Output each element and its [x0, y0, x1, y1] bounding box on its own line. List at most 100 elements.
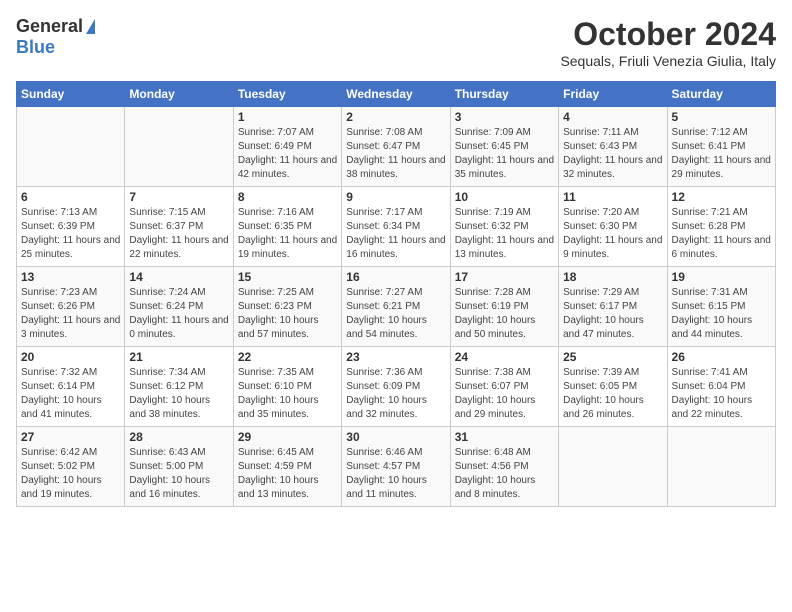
calendar-cell: 13 Sunrise: 7:23 AM Sunset: 6:26 PM Dayli…	[17, 267, 125, 347]
day-number: 24	[455, 350, 554, 364]
calendar-cell: 12Sunrise: 7:21 AM Sunset: 6:28 PM Dayli…	[667, 187, 775, 267]
day-number: 26	[672, 350, 771, 364]
day-number: 25	[563, 350, 662, 364]
day-number: 6	[21, 190, 120, 204]
logo-icon	[86, 19, 95, 34]
day-number: 28	[129, 430, 228, 444]
day-number: 20	[21, 350, 120, 364]
day-detail: Sunrise: 7:23 AM Sunset: 6:26 PM Dayligh…	[21, 286, 120, 342]
calendar-cell: 29 Sunrise: 6:45 AM Sunset: 4:59 PM Dayli…	[233, 427, 341, 507]
week-row-2: 6Sunrise: 7:13 AM Sunset: 6:39 PM Daylig…	[17, 187, 776, 267]
col-header-thursday: Thursday	[450, 82, 558, 107]
calendar-cell: 3Sunrise: 7:09 AM Sunset: 6:45 PM Daylig…	[450, 107, 558, 187]
calendar-cell: 21 Sunrise: 7:34 AM Sunset: 6:12 PM Dayli…	[125, 347, 233, 427]
day-detail: Sunrise: 7:31 AM Sunset: 6:15 PM Dayligh…	[672, 286, 771, 342]
day-detail: Sunrise: 7:12 AM Sunset: 6:41 PM Dayligh…	[672, 126, 771, 182]
calendar-cell: 25Sunrise: 7:39 AM Sunset: 6:05 PM Dayli…	[559, 347, 667, 427]
day-detail: Sunrise: 6:48 AM Sunset: 4:56 PM Dayligh…	[455, 446, 554, 502]
day-number: 30	[346, 430, 445, 444]
day-detail: Sunrise: 6:46 AM Sunset: 4:57 PM Dayligh…	[346, 446, 445, 502]
day-number: 27	[21, 430, 120, 444]
day-detail: Sunrise: 7:36 AM Sunset: 6:09 PM Dayligh…	[346, 366, 445, 422]
calendar-cell: 14 Sunrise: 7:24 AM Sunset: 6:24 PM Dayli…	[125, 267, 233, 347]
day-detail: Sunrise: 7:28 AM Sunset: 6:19 PM Dayligh…	[455, 286, 554, 342]
calendar-cell: 6Sunrise: 7:13 AM Sunset: 6:39 PM Daylig…	[17, 187, 125, 267]
calendar-cell	[559, 427, 667, 507]
week-row-3: 13 Sunrise: 7:23 AM Sunset: 6:26 PM Dayli…	[17, 267, 776, 347]
day-detail: Sunrise: 7:07 AM Sunset: 6:49 PM Dayligh…	[238, 126, 337, 182]
day-number: 16	[346, 270, 445, 284]
calendar-cell: 2 Sunrise: 7:08 AM Sunset: 6:47 PM Daylig…	[342, 107, 450, 187]
day-number: 5	[672, 110, 771, 124]
calendar-cell: 31 Sunrise: 6:48 AM Sunset: 4:56 PM Dayli…	[450, 427, 558, 507]
day-number: 19	[672, 270, 771, 284]
day-detail: Sunrise: 7:32 AM Sunset: 6:14 PM Dayligh…	[21, 366, 120, 422]
day-number: 7	[129, 190, 228, 204]
day-number: 3	[455, 110, 554, 124]
day-number: 31	[455, 430, 554, 444]
week-row-4: 20 Sunrise: 7:32 AM Sunset: 6:14 PM Dayli…	[17, 347, 776, 427]
day-detail: Sunrise: 6:45 AM Sunset: 4:59 PM Dayligh…	[238, 446, 337, 502]
calendar-cell: 10 Sunrise: 7:19 AM Sunset: 6:32 PM Dayli…	[450, 187, 558, 267]
day-number: 13	[21, 270, 120, 284]
day-number: 21	[129, 350, 228, 364]
header-row: SundayMondayTuesdayWednesdayThursdayFrid…	[17, 82, 776, 107]
day-detail: Sunrise: 7:29 AM Sunset: 6:17 PM Dayligh…	[563, 286, 662, 342]
month-title: October 2024	[560, 16, 776, 53]
calendar-cell: 7Sunrise: 7:15 AM Sunset: 6:37 PM Daylig…	[125, 187, 233, 267]
col-header-tuesday: Tuesday	[233, 82, 341, 107]
col-header-monday: Monday	[125, 82, 233, 107]
calendar-cell: 18 Sunrise: 7:29 AM Sunset: 6:17 PM Dayli…	[559, 267, 667, 347]
day-detail: Sunrise: 7:21 AM Sunset: 6:28 PM Dayligh…	[672, 206, 771, 262]
day-number: 2	[346, 110, 445, 124]
day-detail: Sunrise: 7:24 AM Sunset: 6:24 PM Dayligh…	[129, 286, 228, 342]
calendar-cell: 20 Sunrise: 7:32 AM Sunset: 6:14 PM Dayli…	[17, 347, 125, 427]
calendar-cell: 19 Sunrise: 7:31 AM Sunset: 6:15 PM Dayli…	[667, 267, 775, 347]
day-detail: Sunrise: 7:19 AM Sunset: 6:32 PM Dayligh…	[455, 206, 554, 262]
day-number: 15	[238, 270, 337, 284]
day-detail: Sunrise: 7:17 AM Sunset: 6:34 PM Dayligh…	[346, 206, 445, 262]
day-detail: Sunrise: 7:25 AM Sunset: 6:23 PM Dayligh…	[238, 286, 337, 342]
day-number: 29	[238, 430, 337, 444]
day-detail: Sunrise: 6:43 AM Sunset: 5:00 PM Dayligh…	[129, 446, 228, 502]
calendar-cell: 24 Sunrise: 7:38 AM Sunset: 6:07 PM Dayli…	[450, 347, 558, 427]
day-number: 10	[455, 190, 554, 204]
calendar-cell: 4Sunrise: 7:11 AM Sunset: 6:43 PM Daylig…	[559, 107, 667, 187]
calendar-table: SundayMondayTuesdayWednesdayThursdayFrid…	[16, 81, 776, 507]
calendar-cell: 30 Sunrise: 6:46 AM Sunset: 4:57 PM Dayli…	[342, 427, 450, 507]
calendar-cell: 9Sunrise: 7:17 AM Sunset: 6:34 PM Daylig…	[342, 187, 450, 267]
day-detail: Sunrise: 7:08 AM Sunset: 6:47 PM Dayligh…	[346, 126, 445, 182]
week-row-1: 1 Sunrise: 7:07 AM Sunset: 6:49 PM Daylig…	[17, 107, 776, 187]
location: Sequals, Friuli Venezia Giulia, Italy	[560, 53, 776, 69]
day-detail: Sunrise: 7:38 AM Sunset: 6:07 PM Dayligh…	[455, 366, 554, 422]
logo: General Blue	[16, 16, 95, 58]
day-detail: Sunrise: 7:27 AM Sunset: 6:21 PM Dayligh…	[346, 286, 445, 342]
day-number: 23	[346, 350, 445, 364]
calendar-cell: 26Sunrise: 7:41 AM Sunset: 6:04 PM Dayli…	[667, 347, 775, 427]
day-detail: Sunrise: 7:34 AM Sunset: 6:12 PM Dayligh…	[129, 366, 228, 422]
day-number: 18	[563, 270, 662, 284]
day-detail: Sunrise: 7:35 AM Sunset: 6:10 PM Dayligh…	[238, 366, 337, 422]
calendar-cell	[125, 107, 233, 187]
day-number: 11	[563, 190, 662, 204]
logo-general: General	[16, 16, 83, 37]
calendar-cell: 15 Sunrise: 7:25 AM Sunset: 6:23 PM Dayli…	[233, 267, 341, 347]
day-number: 4	[563, 110, 662, 124]
calendar-cell: 27 Sunrise: 6:42 AM Sunset: 5:02 PM Dayli…	[17, 427, 125, 507]
day-detail: Sunrise: 7:16 AM Sunset: 6:35 PM Dayligh…	[238, 206, 337, 262]
col-header-saturday: Saturday	[667, 82, 775, 107]
calendar-cell: 1 Sunrise: 7:07 AM Sunset: 6:49 PM Daylig…	[233, 107, 341, 187]
calendar-cell: 16 Sunrise: 7:27 AM Sunset: 6:21 PM Dayli…	[342, 267, 450, 347]
calendar-cell: 5 Sunrise: 7:12 AM Sunset: 6:41 PM Daylig…	[667, 107, 775, 187]
calendar-cell: 17Sunrise: 7:28 AM Sunset: 6:19 PM Dayli…	[450, 267, 558, 347]
calendar-cell	[667, 427, 775, 507]
calendar-cell: 8Sunrise: 7:16 AM Sunset: 6:35 PM Daylig…	[233, 187, 341, 267]
day-detail: Sunrise: 6:42 AM Sunset: 5:02 PM Dayligh…	[21, 446, 120, 502]
day-number: 22	[238, 350, 337, 364]
week-row-5: 27 Sunrise: 6:42 AM Sunset: 5:02 PM Dayli…	[17, 427, 776, 507]
day-number: 1	[238, 110, 337, 124]
day-detail: Sunrise: 7:20 AM Sunset: 6:30 PM Dayligh…	[563, 206, 662, 262]
title-area: October 2024 Sequals, Friuli Venezia Giu…	[560, 16, 776, 69]
day-number: 14	[129, 270, 228, 284]
calendar-cell: 11 Sunrise: 7:20 AM Sunset: 6:30 PM Dayli…	[559, 187, 667, 267]
